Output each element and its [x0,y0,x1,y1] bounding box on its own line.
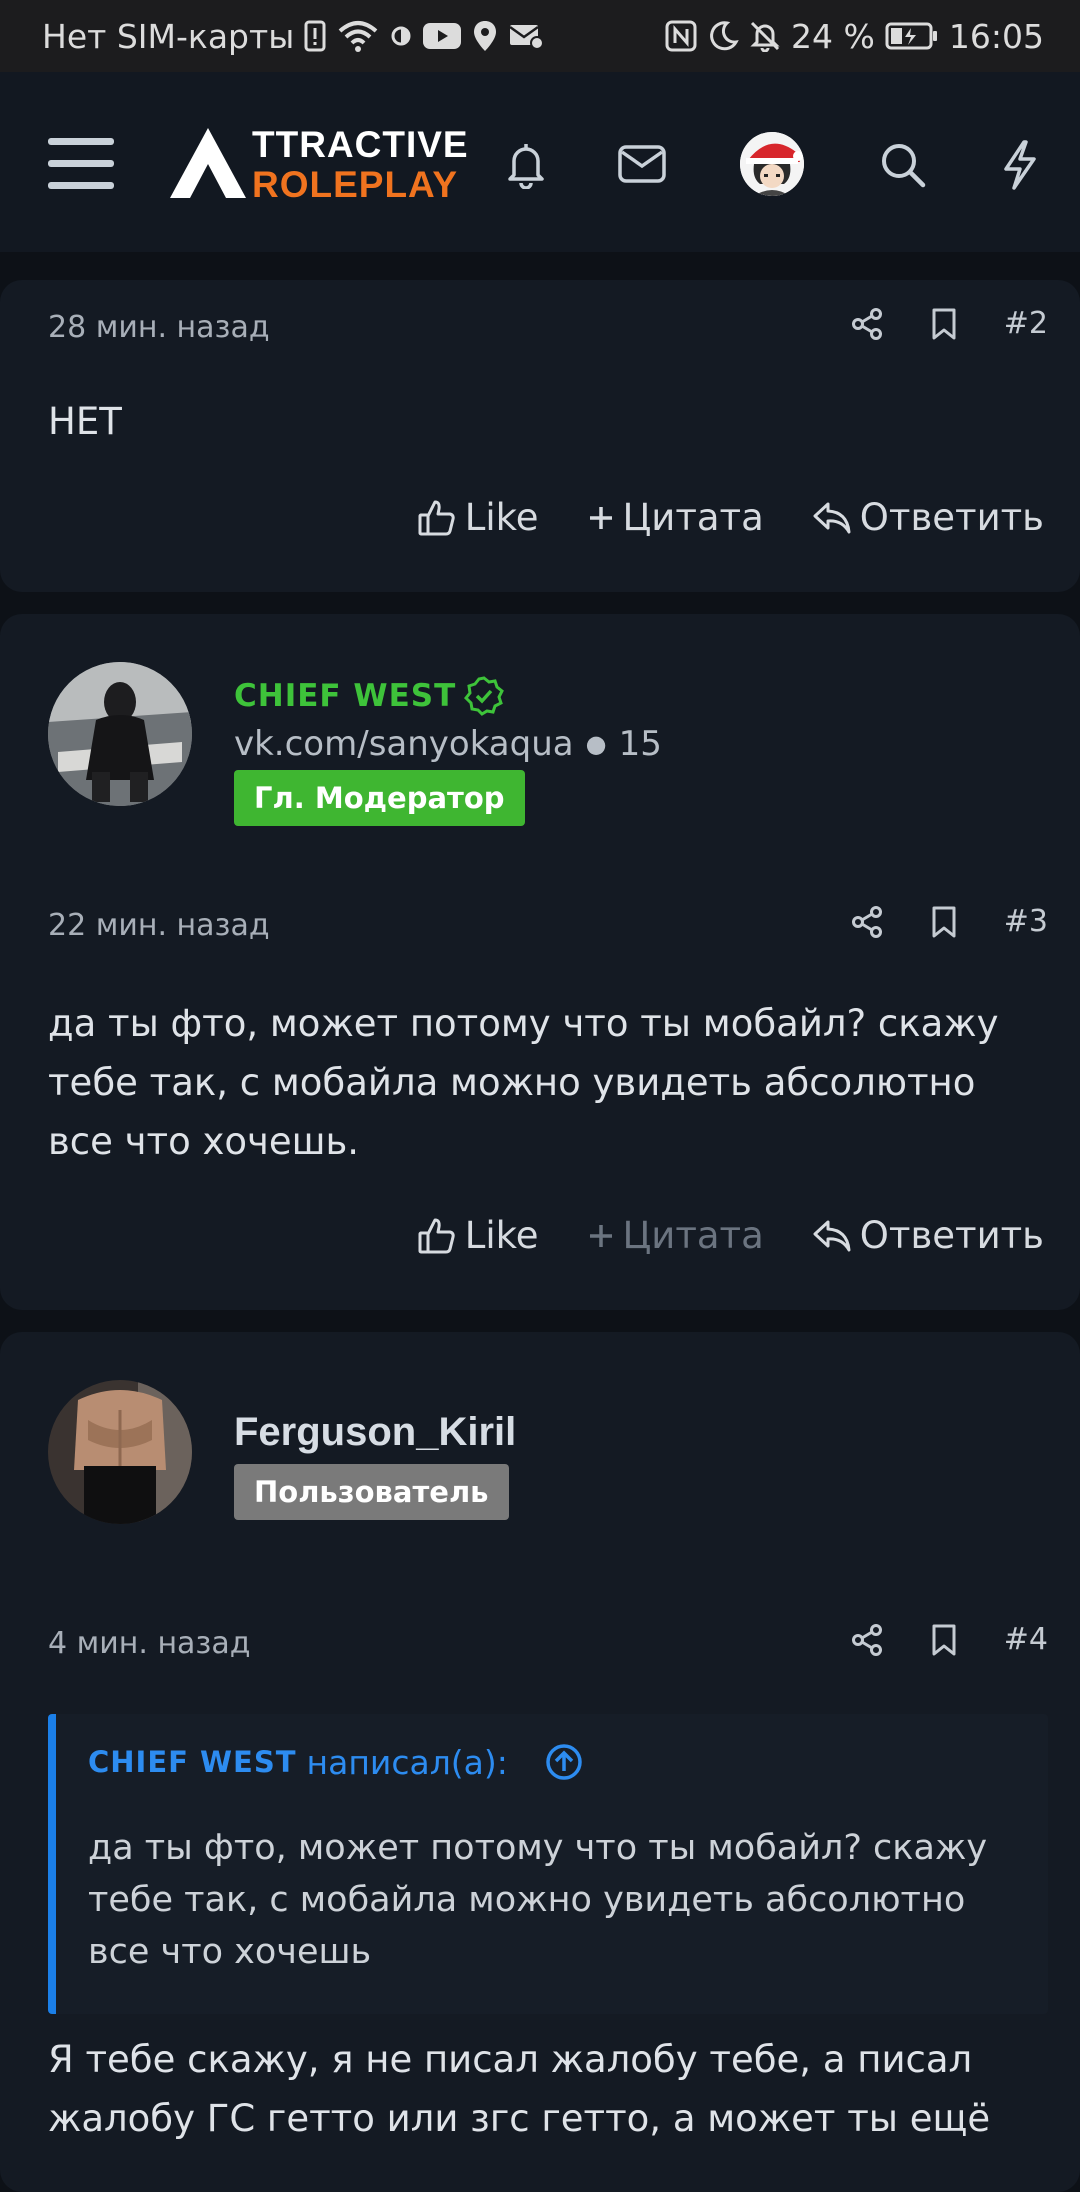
thumbs-up-icon [418,500,455,535]
battery-percent: 24 % [791,16,875,56]
logo-triangle-icon [170,128,246,198]
author-subtitle-row: vk.com/sanyokaqua ● 15 [234,724,662,764]
post-body: Я тебе скажу, я не писал жалобу тебе, а … [48,2038,991,2140]
reply-button[interactable]: Ответить [812,1214,1044,1257]
share-icon[interactable] [850,307,884,341]
lightning-icon[interactable] [998,138,1042,192]
user-avatar[interactable] [740,132,804,196]
post-actions: Like Цитата Ответить [417,496,1044,539]
clock-time: 16:05 [948,16,1044,56]
bell-icon[interactable] [502,140,550,190]
status-bar: Нет SIM-карты 24 % 16:05 [0,0,1080,72]
data-saver-icon [390,23,412,49]
post-card: CHIEF WEST vk.com/sanyokaqua ● 15 Гл. Мо… [0,614,1080,1310]
post-meta-actions: #3 [850,904,1048,939]
post-time[interactable]: 22 мин. назад [48,908,270,943]
moon-icon [707,20,739,52]
author-avatar[interactable] [48,662,192,806]
like-label: Like [464,496,539,539]
verified-badge-icon [464,676,505,716]
separator-dot: ● [585,730,607,758]
search-icon[interactable] [878,140,928,190]
quote-suffix: написал(а): [306,1742,508,1782]
quote-label: Цитата [622,496,764,539]
author-avatar[interactable] [48,1380,192,1524]
wifi-icon [336,19,380,53]
battery-icon [885,21,939,51]
mail-settings-icon [508,21,545,51]
like-button[interactable]: Like [417,496,539,539]
bell-off-icon [749,20,781,52]
post-number[interactable]: #2 [1004,306,1048,341]
bookmark-icon[interactable] [930,905,958,939]
bookmark-icon[interactable] [930,307,958,341]
arrow-up-circle-icon[interactable] [544,1742,584,1782]
post-body: да ты фто, может потому что ты мобайл? с… [48,1002,999,1163]
inbox-icon[interactable] [616,142,668,186]
share-icon[interactable] [850,1623,884,1657]
post-actions: Like Цитата Ответить [417,1214,1044,1257]
post-meta-actions: #2 [850,306,1048,341]
location-icon [472,19,498,53]
reply-icon [813,502,851,533]
reply-button[interactable]: Ответить [812,496,1044,539]
post-number[interactable]: #3 [1004,904,1048,939]
post-number[interactable]: #4 [1004,1622,1048,1657]
like-button[interactable]: Like [417,1214,539,1257]
post-meta-actions: #4 [850,1622,1048,1657]
logo-text-bottom: ROLEPLAY [252,164,459,205]
quote-author: CHIEF WEST [88,1745,297,1779]
menu-icon[interactable] [48,136,114,190]
reply-label: Ответить [859,1214,1044,1257]
quote-button[interactable]: Цитата [587,1214,764,1257]
site-logo[interactable]: TTRACTIVE ROLEPLAY [168,124,498,205]
author-name-row: CHIEF WEST [234,676,505,716]
quote-text: да ты фто, может потому что ты мобайл? с… [88,1828,988,1972]
post-card: 28 мин. назад #2 НЕТ Like Цитата Ответит… [0,280,1080,592]
author-name[interactable]: CHIEF WEST [234,678,456,714]
quote-header[interactable]: CHIEF WEST написал(а): [88,1742,584,1782]
like-label: Like [464,1214,539,1257]
nfc-icon [665,20,697,52]
author-name[interactable]: Ferguson_Kiril [234,1410,516,1455]
youtube-icon [422,21,462,51]
quote-label: Цитата [622,1214,764,1257]
reply-icon [813,1220,851,1251]
carrier-text: Нет SIM-карты [42,16,295,56]
author-subtitle: vk.com/sanyokaqua [234,724,574,764]
plus-icon [589,1224,612,1247]
site-header: TTRACTIVE ROLEPLAY [0,72,1080,252]
post-card: Ferguson_Kiril Пользователь 4 мин. назад… [0,1332,1080,2192]
role-badge: Пользователь [234,1464,509,1520]
thumbs-up-icon [418,1218,455,1253]
logo-text-top: TTRACTIVE [252,124,469,165]
quote-button[interactable]: Цитата [587,496,764,539]
quote-block: CHIEF WEST написал(а): да ты фто, может … [48,1714,1048,2014]
post-time[interactable]: 4 мин. назад [48,1626,251,1661]
share-icon[interactable] [850,905,884,939]
reply-label: Ответить [859,496,1044,539]
post-time[interactable]: 28 мин. назад [48,310,270,345]
role-badge: Гл. Модератор [234,770,525,826]
post-body: НЕТ [48,400,122,443]
plus-icon [589,506,612,529]
author-message-count: 15 [618,724,662,764]
bookmark-icon[interactable] [930,1623,958,1657]
sim-alert-icon [304,20,326,52]
